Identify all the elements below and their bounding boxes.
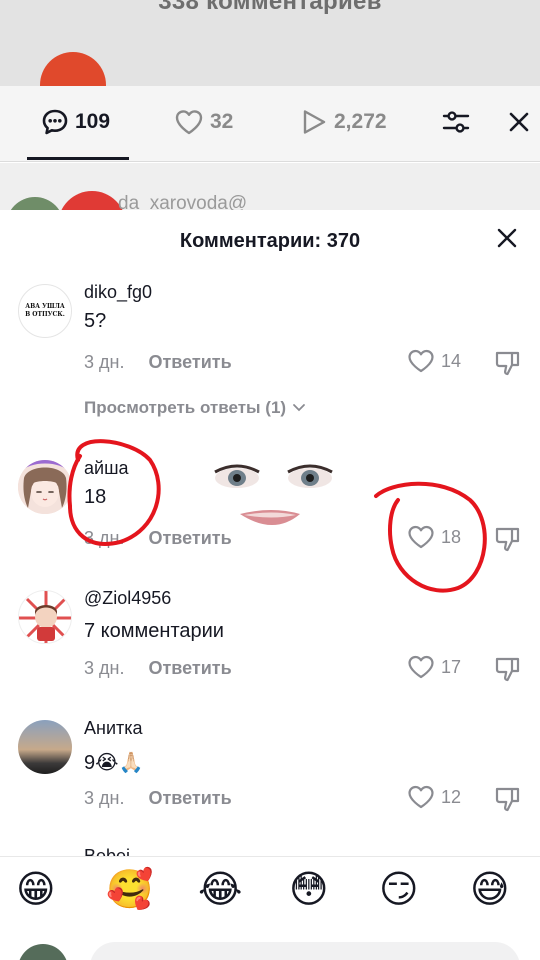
emoji-button[interactable]: 😅 [470,867,510,911]
background-title: 338 комментариев [158,0,382,15]
avatar [18,944,68,960]
filter-icon[interactable] [441,108,471,136]
background-avatar [40,52,106,86]
active-tab-underline [27,157,129,160]
tab-views[interactable]: 2,272 [300,108,387,136]
tab-views-count: 2,272 [334,110,387,133]
tab-likes[interactable]: 32 [174,108,233,136]
emoji-button[interactable]: 😳 [289,867,329,911]
comment-icon [42,109,68,135]
background-comment-username: da_xarovoda@ [118,193,248,210]
comments-sheet: Комментарии: 370 АВА УШЛА В ОТПУСК. diko… [0,210,540,960]
background-comment-avatar-2 [58,191,126,210]
emoji-button[interactable]: 🥰 [106,867,153,911]
background-header: 338 комментариев [0,0,540,86]
red-annotation-circles [67,439,487,593]
annotation-circle-likes [374,481,487,593]
comment-input-area [0,916,540,960]
emoji-quick-bar: 😁 🥰 😂 😳 😏 😅 [0,856,540,916]
comment-input[interactable] [90,942,520,960]
heart-icon [175,110,203,135]
tab-comments[interactable]: 109 [41,108,110,136]
emoji-button[interactable]: 😂 [198,867,242,911]
tab-comments-count: 109 [75,110,111,133]
emoji-button[interactable]: 😏 [379,867,419,911]
emoji-button[interactable]: 😁 [16,867,56,911]
annotation-circle-comment [67,439,161,546]
background-comment-avatar [6,197,64,210]
tab-likes-count: 32 [210,110,234,133]
background-comment-strip: da_xarovoda@ [0,163,540,210]
close-icon[interactable] [507,110,531,134]
play-icon [303,110,326,134]
